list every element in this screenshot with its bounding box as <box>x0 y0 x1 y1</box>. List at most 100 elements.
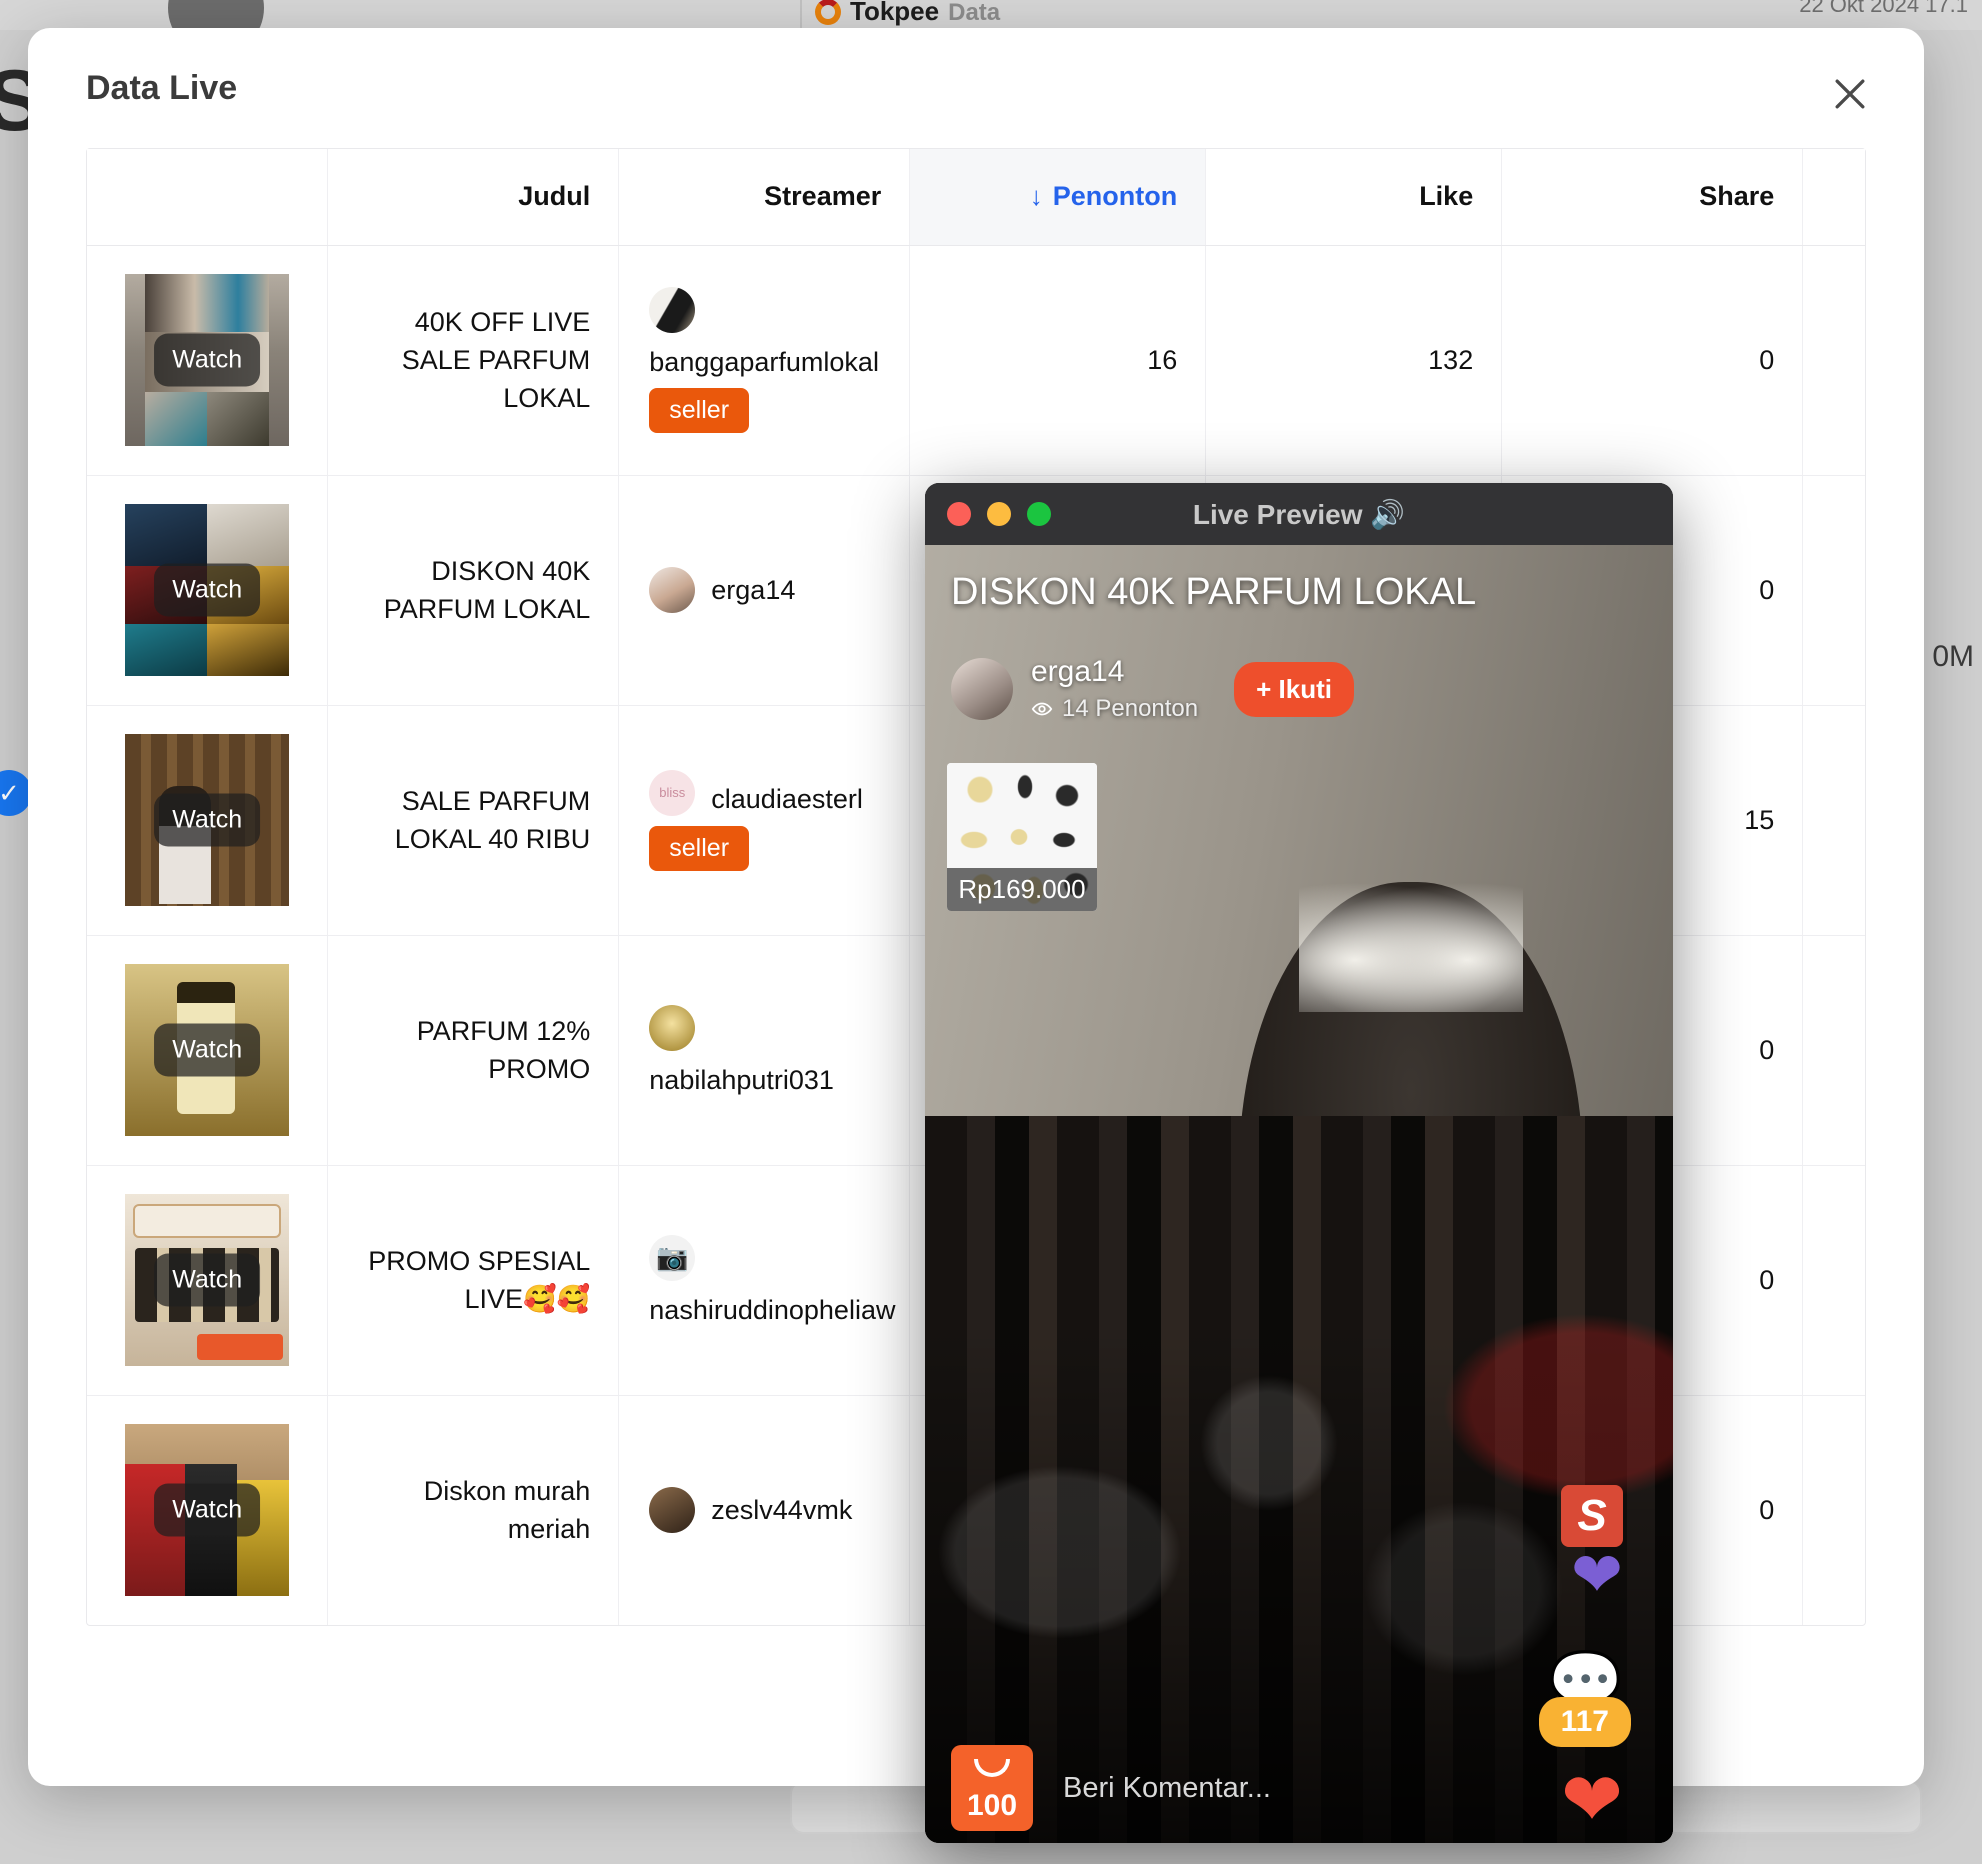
viewer-count: 14 Penonton <box>1031 695 1198 723</box>
avatar <box>649 1487 696 1534</box>
live-thumbnail[interactable]: Watch <box>125 1424 290 1597</box>
column-header-thumbnail[interactable] <box>87 149 329 246</box>
streamer-name[interactable]: banggaparfumlokal <box>649 347 879 378</box>
watch-button[interactable]: Watch <box>154 793 261 847</box>
streamer-info: 📷 nashiruddinopheliaw <box>649 1234 895 1326</box>
row-spacer <box>1803 1395 1865 1625</box>
screen: Tokpee Data 22 Okt 2024 17.1 S ✓ 0M Data… <box>0 0 1982 1864</box>
thumbnail-cell[interactable]: Watch <box>87 935 329 1166</box>
streamer-info: nabilahputri031 <box>649 1004 881 1096</box>
follow-button[interactable]: + Ikuti <box>1234 661 1354 717</box>
stream-title: DISKON 40K PARFUM LOKAL <box>951 571 1477 613</box>
close-icon[interactable] <box>1828 72 1872 116</box>
background-topbar: Tokpee Data 22 Okt 2024 17.1 <box>0 0 1982 30</box>
title-cell: SALE PARFUM LOKAL 40 RIBU <box>327 705 620 936</box>
row-spacer <box>1802 475 1865 706</box>
watch-button[interactable]: Watch <box>154 1023 261 1077</box>
watch-button[interactable]: Watch <box>154 1483 261 1537</box>
title-cell: Diskon murah meriah <box>327 1395 620 1625</box>
like-cell: 132 <box>1205 245 1503 476</box>
thumbnail-cell[interactable]: Watch <box>87 245 329 476</box>
streamer-name[interactable]: erga14 <box>1031 655 1198 689</box>
thumbnail-cell[interactable]: Watch <box>87 705 329 936</box>
streamer-cell: zeslv44vmk <box>618 1395 911 1625</box>
streamer-cell: banggaparfumlokal seller <box>618 245 911 476</box>
row-spacer <box>1802 935 1865 1166</box>
streamer-name[interactable]: nashiruddinopheliaw <box>649 1295 895 1326</box>
row-spacer <box>1802 1165 1865 1396</box>
title-cell: DISKON 40K PARFUM LOKAL <box>327 475 620 706</box>
comment-input[interactable]: Beri Komentar... <box>1063 1772 1673 1805</box>
thumbnail-cell[interactable]: Watch <box>87 475 329 706</box>
column-header-penonton[interactable]: ↓ Penonton <box>909 149 1207 246</box>
broken-image-icon: 📷 <box>649 1234 696 1281</box>
product-card[interactable]: Rp169.000 <box>947 763 1097 911</box>
share-cell: 0 <box>1501 245 1804 476</box>
avatar <box>649 1004 696 1051</box>
streamer-name[interactable]: nabilahputri031 <box>649 1065 834 1096</box>
streamer-meta: erga14 14 Penonton <box>1031 655 1198 723</box>
thumbnail-cell[interactable]: Watch <box>87 1165 329 1396</box>
viewer-count-label: 14 Penonton <box>1062 695 1199 722</box>
background-metric: 0M <box>1932 640 1974 673</box>
column-header-penonton-label: Penonton <box>1052 181 1178 212</box>
thumbnail-cell[interactable]: Watch <box>87 1395 329 1625</box>
product-price: Rp169.000 <box>947 868 1097 911</box>
tokpee-logo-icon <box>815 0 841 25</box>
thumbnail-image <box>145 274 270 332</box>
preview-titlebar[interactable]: Live Preview 🔊 <box>925 483 1673 545</box>
brand-subtitle: Data <box>948 0 1001 26</box>
thumbnail-image <box>145 392 208 446</box>
avatar: bliss <box>649 769 696 816</box>
streamer-cell: bliss claudiaesterl seller <box>618 705 911 936</box>
table-header: Judul Streamer ↓ Penonton Like Share <box>87 149 1865 246</box>
thumbnail-image <box>125 504 208 566</box>
penonton-cell: 16 <box>909 245 1207 476</box>
shop-bag-count: 100 <box>966 1789 1018 1822</box>
live-thumbnail[interactable]: Watch <box>125 274 290 446</box>
thumbnail-image <box>133 1204 282 1238</box>
streamer-name[interactable]: erga14 <box>711 575 795 606</box>
table-row[interactable]: Watch 40K OFF LIVE SALE PARFUM LOKAL ban… <box>87 245 1865 476</box>
shopping-bag-icon <box>974 1759 1010 1777</box>
column-header-like[interactable]: Like <box>1205 149 1503 246</box>
watch-button[interactable]: Watch <box>154 333 261 387</box>
shop-bag-button[interactable]: 100 <box>951 1745 1033 1831</box>
report-date: 22 Okt 2024 17.1 <box>1799 0 1968 17</box>
watch-button[interactable]: Watch <box>154 1253 261 1307</box>
live-thumbnail[interactable]: Watch <box>125 734 290 906</box>
sort-descending-icon: ↓ <box>1029 181 1043 212</box>
preview-video[interactable]: DISKON 40K PARFUM LOKAL erga14 14 Penont… <box>925 545 1673 1843</box>
streamer-info: banggaparfumlokal seller <box>649 287 881 433</box>
brand-name: Tokpee <box>850 0 940 26</box>
title-cell: PROMO SPESIAL LIVE🥰🥰 <box>327 1165 620 1396</box>
live-thumbnail[interactable]: Watch <box>125 964 290 1136</box>
column-header-streamer[interactable]: Streamer <box>618 149 911 246</box>
column-header-share[interactable]: Share <box>1501 149 1804 246</box>
app-brand: Tokpee Data <box>815 0 1000 27</box>
thumbnail-image <box>207 624 290 676</box>
topbar-divider <box>800 0 802 30</box>
avatar <box>649 567 696 613</box>
streamer-name[interactable]: claudiaesterl <box>711 784 863 815</box>
thumbnail-image <box>207 504 290 566</box>
heart-purple-icon[interactable]: ❤ <box>1571 1545 1623 1607</box>
video-subject-accessory <box>1299 882 1524 1013</box>
column-header-judul[interactable]: Judul <box>327 149 620 246</box>
live-thumbnail[interactable]: Watch <box>125 1194 290 1366</box>
watch-button[interactable]: Watch <box>154 563 261 617</box>
streamer-row: zeslv44vmk <box>649 1487 852 1534</box>
streamer-row: bliss claudiaesterl <box>649 769 863 816</box>
table-header-row: Judul Streamer ↓ Penonton Like Share <box>87 149 1865 246</box>
eye-icon <box>1031 702 1053 716</box>
thumbnail-image <box>207 392 270 446</box>
page-title: Data Live <box>86 68 238 107</box>
status-badge: seller <box>649 388 750 433</box>
live-preview-window[interactable]: Live Preview 🔊 DISKON 40K PARFUM LOKAL e… <box>925 483 1673 1843</box>
live-thumbnail[interactable]: Watch <box>125 504 290 676</box>
shop-tag-icon[interactable]: S <box>1561 1485 1623 1547</box>
stream-bottom-bar: 100 Beri Komentar... <box>925 1733 1673 1843</box>
streamer-name[interactable]: zeslv44vmk <box>711 1495 852 1526</box>
streamer-info: bliss claudiaesterl seller <box>649 769 881 871</box>
avatar[interactable] <box>951 658 1013 720</box>
